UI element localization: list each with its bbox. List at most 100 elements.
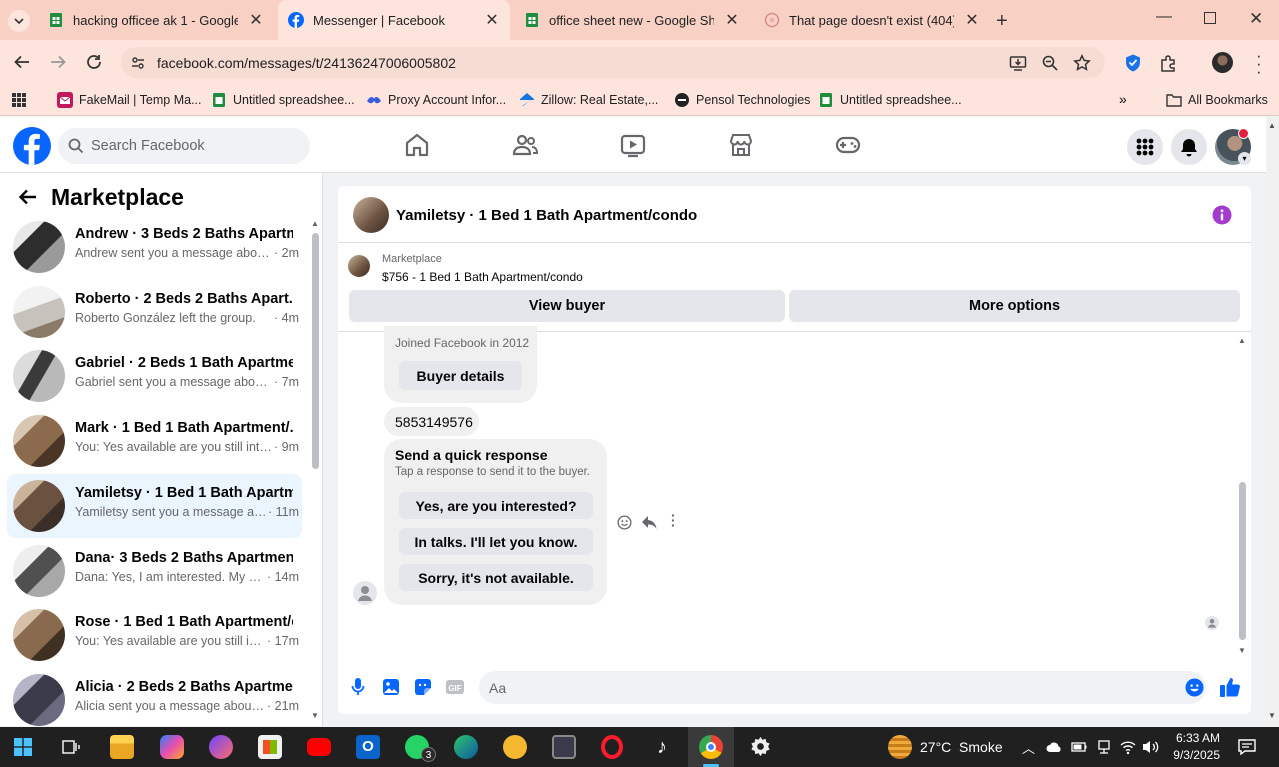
- bookmark-item[interactable]: Untitled spreadshee...: [211, 84, 355, 116]
- home-icon[interactable]: [403, 131, 431, 159]
- scroll-down-arrow[interactable]: ▼: [311, 711, 319, 720]
- reply-icon[interactable]: [641, 515, 657, 530]
- microphone-icon[interactable]: [350, 677, 366, 697]
- sender-avatar[interactable]: [353, 581, 377, 605]
- browser-tab-active[interactable]: Messenger | Facebook ✕: [278, 0, 510, 40]
- cloud-icon[interactable]: [1046, 740, 1062, 754]
- file-explorer-icon[interactable]: [110, 735, 134, 759]
- tiktok-icon[interactable]: ♪: [650, 735, 674, 759]
- site-info-icon[interactable]: [130, 55, 146, 71]
- app-icon[interactable]: [209, 735, 233, 759]
- back-arrow-icon[interactable]: [18, 187, 38, 207]
- menu-button[interactable]: [1127, 129, 1163, 165]
- phone-message-bubble[interactable]: 5853149576: [384, 407, 479, 436]
- all-bookmarks-button[interactable]: All Bookmarks: [1166, 84, 1268, 116]
- copilot-icon[interactable]: [160, 735, 184, 759]
- close-icon[interactable]: ✕: [248, 10, 264, 30]
- forward-arrow-icon[interactable]: [49, 53, 67, 71]
- install-app-icon[interactable]: [1009, 54, 1027, 72]
- notification-center-icon[interactable]: [1238, 739, 1256, 755]
- microsoft-store-icon[interactable]: [258, 735, 282, 759]
- back-arrow-icon[interactable]: [13, 53, 31, 71]
- chat-scrollbar[interactable]: ▲ ▼: [1237, 336, 1247, 656]
- badge-app-icon[interactable]: [503, 735, 527, 759]
- sticker-icon[interactable]: [414, 678, 432, 696]
- buyer-details-button[interactable]: Buyer details: [399, 361, 522, 390]
- scroll-down-arrow[interactable]: ▼: [1268, 711, 1276, 720]
- friends-icon[interactable]: [511, 131, 539, 159]
- gif-icon[interactable]: GIF: [445, 678, 465, 696]
- edge-icon[interactable]: [454, 735, 478, 759]
- chevron-up-icon[interactable]: ︿: [1022, 738, 1035, 757]
- conversation-item[interactable]: Dana· 3 Beds 2 Baths Apartmen... Dana: Ye…: [7, 539, 302, 603]
- conversation-item[interactable]: Mark · 1 Bed 1 Bath Apartment/... You: Ye…: [7, 409, 302, 473]
- window-restore-button[interactable]: [1204, 12, 1216, 24]
- scroll-up-arrow[interactable]: ▲: [1268, 121, 1276, 130]
- conversation-item-selected[interactable]: Yamiletsy · 1 Bed 1 Bath Apartm... Yamile…: [7, 473, 302, 538]
- bookmark-star-icon[interactable]: [1073, 54, 1091, 72]
- search-facebook-input[interactable]: Search Facebook: [58, 128, 310, 164]
- notifications-button[interactable]: [1171, 129, 1207, 165]
- app-icon[interactable]: [552, 735, 576, 759]
- close-icon[interactable]: ✕: [484, 10, 500, 30]
- browser-tab[interactable]: That page doesn't exist (404) - F ✕: [754, 0, 990, 40]
- reload-icon[interactable]: [85, 53, 103, 71]
- react-emoji-icon[interactable]: [617, 515, 632, 530]
- tab-search-button[interactable]: [8, 10, 30, 32]
- more-options-button[interactable]: More options: [789, 290, 1240, 322]
- scroll-up-arrow[interactable]: ▲: [1238, 336, 1246, 345]
- view-buyer-button[interactable]: View buyer: [349, 290, 785, 322]
- network-adapter-icon[interactable]: [1096, 739, 1112, 755]
- more-actions-kebab-icon[interactable]: · · ·: [671, 508, 676, 532]
- bookmark-item[interactable]: Zillow: Real Estate,...: [519, 84, 658, 116]
- listing-description[interactable]: $756 - 1 Bed 1 Bath Apartment/condo: [382, 270, 583, 284]
- zoom-icon[interactable]: [1041, 54, 1059, 72]
- more-bookmarks-chevron-icon[interactable]: »: [1119, 91, 1127, 107]
- thumbs-up-icon[interactable]: [1219, 676, 1241, 698]
- youtube-icon[interactable]: [307, 738, 331, 756]
- chrome-taskbar-button[interactable]: [688, 727, 734, 767]
- listing-thumbnail[interactable]: [348, 255, 370, 277]
- conversation-item[interactable]: Rose · 1 Bed 1 Bath Apartment/c... You: Y…: [7, 603, 302, 667]
- emoji-icon[interactable]: [1185, 678, 1204, 697]
- conversation-item[interactable]: Roberto · 2 Beds 2 Baths Apart... Roberto…: [7, 280, 302, 344]
- marketplace-icon[interactable]: [727, 131, 755, 159]
- conversation-item[interactable]: Alicia · 2 Beds 2 Baths Apartme... Alicia…: [7, 668, 302, 732]
- gaming-icon[interactable]: [834, 131, 862, 159]
- profile-avatar[interactable]: [1212, 52, 1233, 73]
- bookmark-item[interactable]: Pensol Technologies: [674, 84, 810, 116]
- clock-time[interactable]: 6:33 AM: [1174, 731, 1220, 745]
- scroll-down-arrow[interactable]: ▼: [1238, 646, 1246, 655]
- chat-title[interactable]: Yamiletsy · 1 Bed 1 Bath Apartment/condo: [396, 207, 697, 224]
- task-view-icon[interactable]: [62, 738, 80, 756]
- apps-grid-icon[interactable]: [11, 92, 27, 108]
- settings-gear-icon[interactable]: [749, 735, 772, 758]
- scroll-thumb[interactable]: [312, 233, 319, 469]
- browser-tab[interactable]: hacking officee ak 1 - Google Sheets ✕: [38, 0, 274, 40]
- windows-start-icon[interactable]: [14, 738, 32, 756]
- quick-response-yes[interactable]: Yes, are you interested?: [399, 492, 593, 519]
- address-bar[interactable]: facebook.com/messages/t/2413624700600580…: [121, 47, 1105, 78]
- chat-avatar[interactable]: [353, 197, 389, 233]
- conversation-item[interactable]: Andrew · 3 Beds 2 Baths Apartm... Andrew …: [7, 215, 302, 279]
- new-tab-button[interactable]: +: [996, 10, 1008, 33]
- bookmark-item[interactable]: Untitled spreadshee...: [818, 84, 962, 116]
- outlook-icon[interactable]: O: [356, 735, 380, 759]
- chevron-down-icon[interactable]: ▾: [1238, 152, 1251, 165]
- url-text[interactable]: facebook.com/messages/t/2413624700600580…: [157, 55, 456, 71]
- bookmark-item[interactable]: Proxy Account Infor...: [366, 84, 506, 116]
- window-close-button[interactable]: ✕: [1249, 9, 1263, 29]
- info-icon[interactable]: [1212, 205, 1232, 225]
- close-icon[interactable]: ✕: [964, 10, 980, 30]
- opera-icon[interactable]: [601, 735, 623, 759]
- quick-response-unavailable[interactable]: Sorry, it's not available.: [399, 564, 593, 591]
- wifi-icon[interactable]: [1120, 739, 1136, 755]
- video-icon[interactable]: [619, 131, 647, 159]
- photo-icon[interactable]: [382, 678, 400, 696]
- quick-response-talks[interactable]: In talks. I'll let you know.: [399, 528, 593, 555]
- message-composer-input[interactable]: Aa: [479, 671, 1206, 704]
- weather-text[interactable]: 27°C Smoke: [920, 739, 1003, 755]
- facebook-logo-icon[interactable]: [13, 127, 51, 165]
- list-scrollbar[interactable]: ▲ ▼: [310, 219, 320, 720]
- clock-date[interactable]: 9/3/2025: [1168, 748, 1220, 762]
